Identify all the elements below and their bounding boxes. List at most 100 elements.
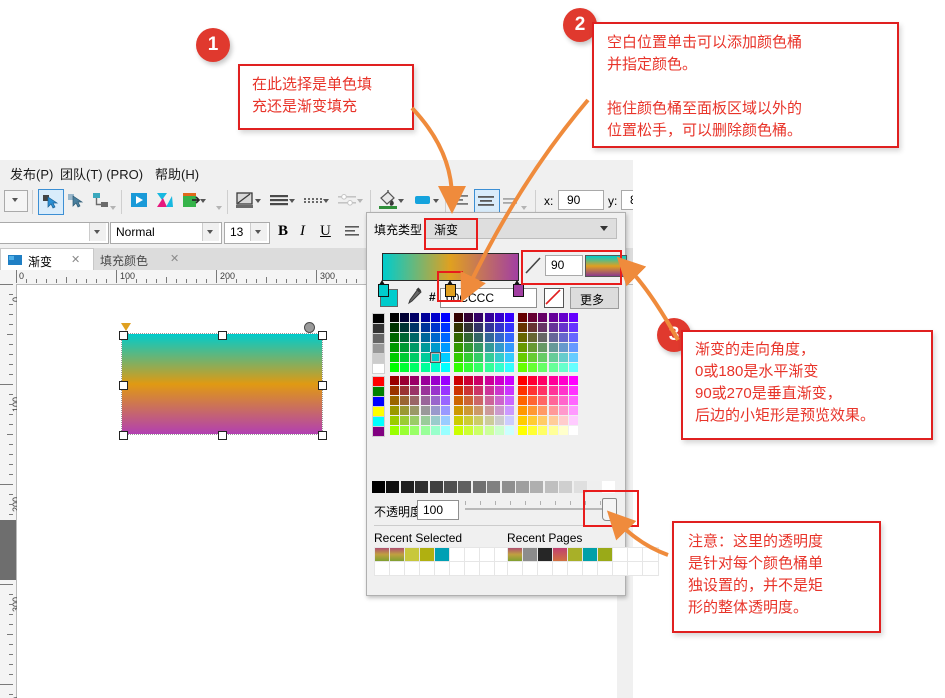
palette-swatch[interactable] — [558, 363, 568, 372]
palette-swatch[interactable] — [430, 313, 440, 322]
palette-swatch[interactable] — [505, 376, 514, 385]
palette-swatch[interactable] — [474, 323, 484, 332]
palette-swatch[interactable] — [505, 406, 514, 415]
grayscale-swatch[interactable] — [372, 481, 385, 493]
palette-swatch[interactable] — [441, 416, 450, 425]
palette-swatch[interactable] — [410, 416, 420, 425]
palette-swatch[interactable] — [454, 386, 463, 395]
palette-swatch[interactable] — [528, 353, 538, 362]
palette-swatch[interactable] — [400, 313, 410, 322]
palette-swatch[interactable] — [400, 376, 410, 385]
palette-swatch[interactable] — [558, 353, 568, 362]
palette-swatch[interactable] — [464, 363, 474, 372]
palette-swatch[interactable] — [454, 333, 463, 342]
grayscale-swatch[interactable] — [458, 481, 472, 493]
eyedropper-icon[interactable] — [405, 287, 423, 307]
palette-swatch[interactable] — [454, 363, 463, 372]
palette-swatch[interactable] — [484, 416, 494, 425]
palette-swatch[interactable] — [390, 353, 399, 362]
palette-swatch[interactable] — [484, 343, 494, 352]
palette-swatch[interactable] — [474, 343, 484, 352]
tools-overflow-caret-icon[interactable] — [110, 206, 116, 210]
palette-swatch[interactable] — [528, 323, 538, 332]
palette-swatch[interactable] — [558, 333, 568, 342]
palette-swatch[interactable] — [454, 343, 463, 352]
palette-swatch[interactable] — [505, 313, 514, 322]
palette-swatch[interactable] — [420, 406, 430, 415]
palette-swatch[interactable] — [494, 363, 504, 372]
run-button[interactable] — [128, 189, 152, 213]
palette-swatch[interactable] — [528, 416, 538, 425]
palette-swatch[interactable] — [454, 406, 463, 415]
resize-handle-e[interactable] — [318, 381, 327, 390]
recent-swatch[interactable] — [642, 561, 659, 576]
palette-swatch[interactable] — [569, 416, 578, 425]
palette-swatch[interactable] — [464, 426, 474, 435]
palette-swatch[interactable] — [528, 376, 538, 385]
palette-swatch[interactable] — [528, 396, 538, 405]
align-overflow-caret-icon[interactable] — [521, 206, 527, 210]
resize-handle-nw[interactable] — [119, 331, 128, 340]
palette-swatch[interactable] — [410, 386, 420, 395]
palette-swatch[interactable] — [558, 386, 568, 395]
palette-swatch[interactable] — [518, 353, 527, 362]
palette-swatch[interactable] — [420, 343, 430, 352]
palette-swatch[interactable] — [474, 426, 484, 435]
resize-handle-w[interactable] — [119, 381, 128, 390]
palette-swatch[interactable] — [410, 363, 420, 372]
palette-swatch[interactable] — [484, 363, 494, 372]
fill-color-caret-icon[interactable] — [398, 199, 404, 203]
no-fill-button[interactable] — [544, 288, 564, 308]
menu-item-publish[interactable]: 发布(P) — [10, 164, 53, 183]
palette-swatch[interactable] — [464, 353, 474, 362]
palette-swatch[interactable] — [484, 333, 494, 342]
palette-swatch[interactable] — [505, 386, 514, 395]
palette-swatch[interactable] — [548, 343, 558, 352]
palette-swatch[interactable] — [518, 323, 527, 332]
palette-swatch[interactable] — [484, 396, 494, 405]
pointer-tool-button[interactable] — [38, 189, 64, 215]
palette-swatch[interactable] — [420, 386, 430, 395]
tab-gradient-close-icon[interactable]: ✕ — [71, 253, 80, 266]
palette-swatch[interactable] — [548, 313, 558, 322]
palette-swatch[interactable] — [538, 396, 548, 405]
palette-swatch[interactable] — [390, 396, 399, 405]
bold-button[interactable]: B — [278, 223, 288, 240]
tab-fill-color[interactable]: 填充颜色 ✕ — [92, 248, 192, 270]
palette-swatch[interactable] — [538, 416, 548, 425]
palette-swatch[interactable] — [454, 353, 463, 362]
palette-swatch[interactable] — [558, 426, 568, 435]
palette-swatch[interactable] — [518, 313, 527, 322]
palette-swatch[interactable] — [400, 353, 410, 362]
shape-style-caret-icon[interactable] — [255, 199, 261, 203]
palette-swatch[interactable] — [420, 396, 430, 405]
palette-swatch[interactable] — [505, 363, 514, 372]
palette-swatch[interactable] — [400, 323, 410, 332]
palette-swatch[interactable] — [430, 426, 440, 435]
palette-swatch[interactable] — [548, 396, 558, 405]
palette-swatch[interactable] — [464, 313, 474, 322]
palette-swatch[interactable] — [429, 352, 441, 363]
palette-swatch[interactable] — [558, 416, 568, 425]
palette-swatch[interactable] — [518, 343, 527, 352]
grayscale-swatch[interactable] — [429, 481, 443, 493]
palette-swatch[interactable] — [441, 376, 450, 385]
palette-swatch[interactable] — [494, 386, 504, 395]
palette-swatch[interactable] — [464, 376, 474, 385]
palette-swatch[interactable] — [441, 313, 450, 322]
grayscale-swatch[interactable] — [472, 481, 486, 493]
gradient-stop-0[interactable] — [377, 280, 389, 297]
line-style-caret-icon[interactable] — [323, 199, 329, 203]
palette-swatch[interactable] — [548, 376, 558, 385]
palette-swatch[interactable] — [400, 386, 410, 395]
resize-handle-s[interactable] — [218, 431, 227, 440]
palette-swatch[interactable] — [518, 333, 527, 342]
palette-swatch[interactable] — [538, 353, 548, 362]
align-right-button[interactable] — [499, 189, 523, 213]
grayscale-swatch[interactable] — [516, 481, 529, 493]
palette-swatch[interactable] — [538, 343, 548, 352]
palette-swatch[interactable] — [558, 343, 568, 352]
palette-swatch[interactable] — [569, 353, 578, 362]
palette-swatch[interactable] — [558, 396, 568, 405]
palette-swatch[interactable] — [494, 333, 504, 342]
